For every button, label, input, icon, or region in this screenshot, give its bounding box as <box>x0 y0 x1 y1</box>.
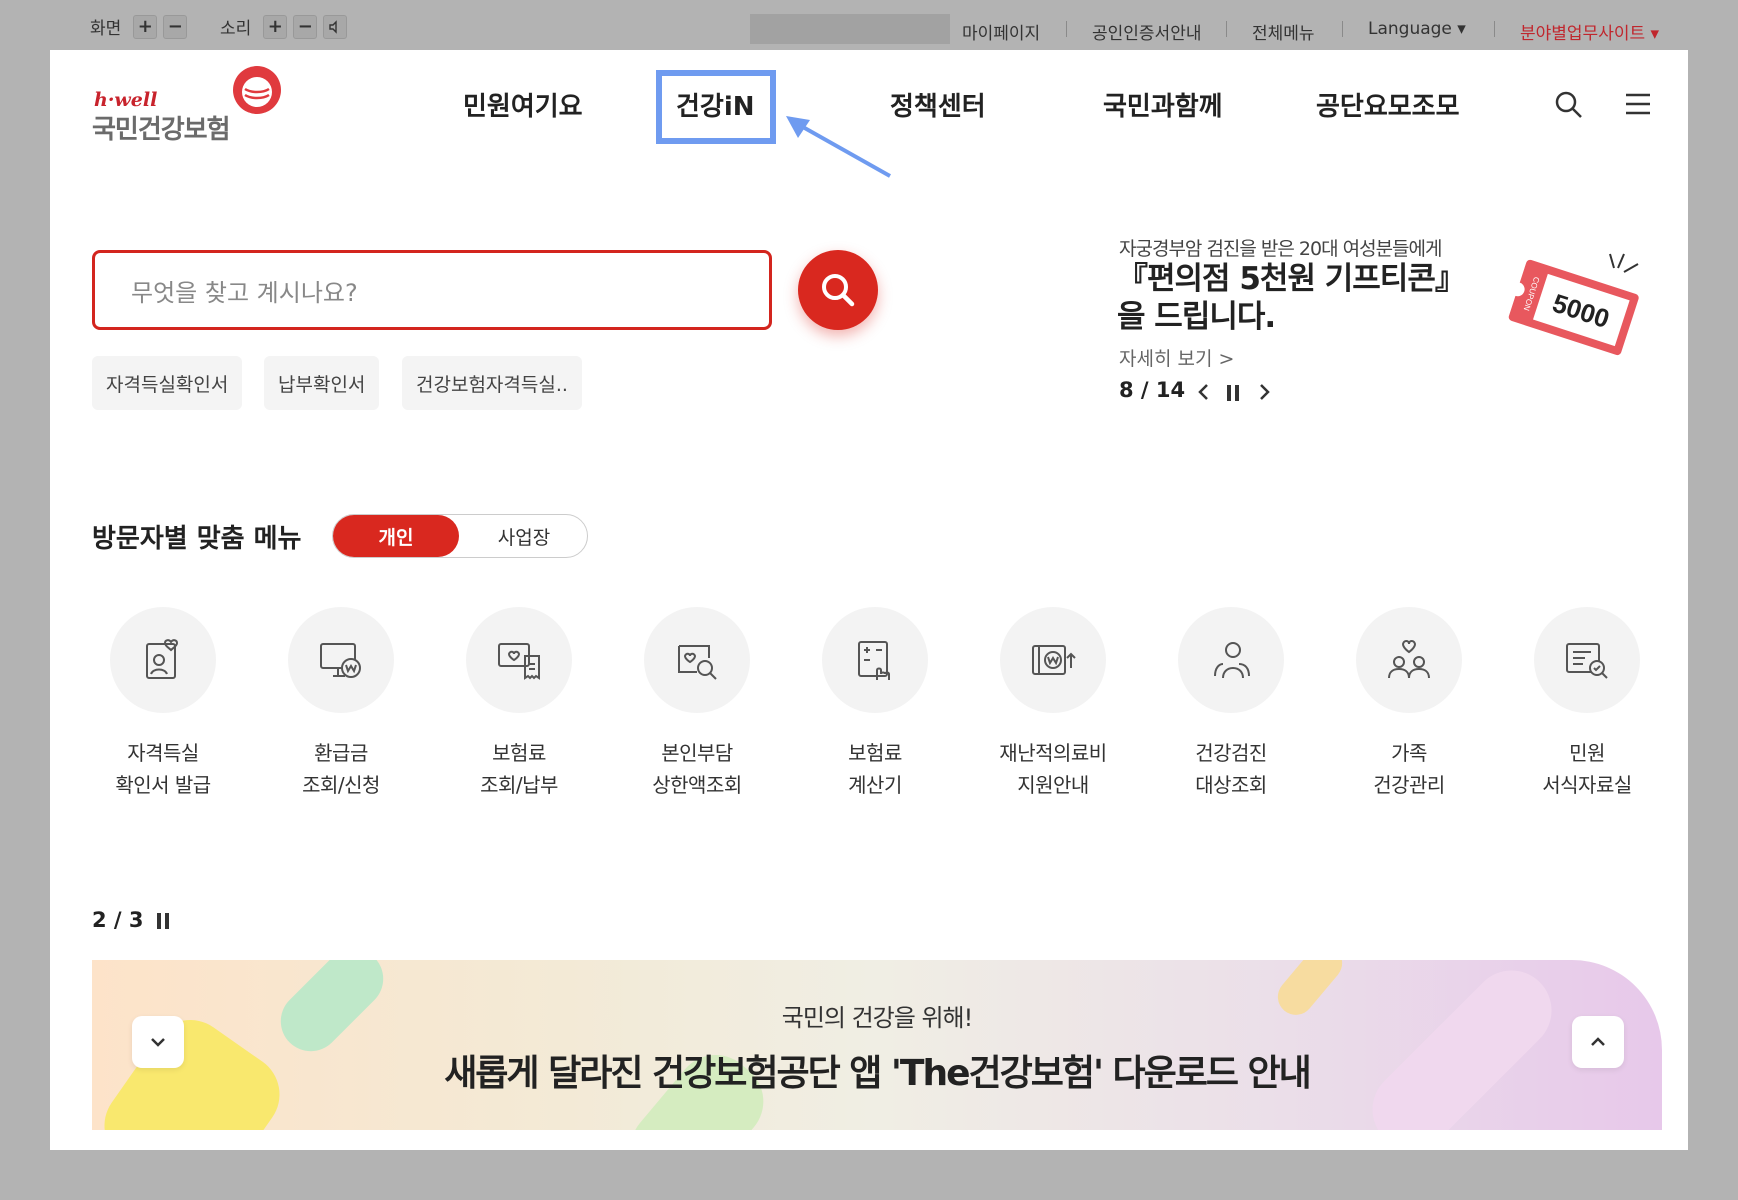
visitor-menu-title: 방문자별 맞춤 메뉴 <box>92 524 302 554</box>
tab-business[interactable]: 사업장 <box>461 515 587 557</box>
search-icon[interactable] <box>1554 90 1584 120</box>
tab-personal[interactable]: 개인 <box>333 515 459 557</box>
quick-menu-label: 환급금 조회/신청 <box>302 741 380 797</box>
quick-menu-icon-wrap <box>1356 607 1462 713</box>
chevron-down-icon <box>151 1038 165 1047</box>
quick-menu-label: 가족 건강관리 <box>1373 741 1445 797</box>
blurred-area <box>750 14 950 44</box>
heart-search-icon <box>678 645 717 680</box>
banner-prev-button[interactable] <box>132 1016 184 1068</box>
quick-menu-icon-wrap <box>1534 607 1640 713</box>
quick-menu-item[interactable]: 보험료 조회/납부 <box>449 607 589 801</box>
quick-menu-label: 본인부담 상한액조회 <box>652 741 742 797</box>
search-button[interactable] <box>798 250 878 330</box>
quick-keyword-chip[interactable]: 건강보험자격득실.. <box>402 356 582 410</box>
divider <box>1494 21 1495 37</box>
nav-policy-center[interactable]: 정책센터 <box>890 86 986 123</box>
family-heart-icon <box>1388 640 1430 679</box>
quick-menu-item[interactable]: 보험료 계산기 <box>805 607 945 801</box>
all-menu-link[interactable]: 전체메뉴 <box>1252 19 1315 44</box>
quick-menu-icon-wrap <box>1000 607 1106 713</box>
quick-menu-item[interactable]: 재난적의료비 지원안내 <box>983 607 1123 801</box>
pause-icon[interactable] <box>1226 384 1240 402</box>
nav-about-corp[interactable]: 공단요모조모 <box>1316 86 1460 123</box>
banner-counter: 2 / 3 <box>92 908 144 932</box>
nav-civil-service[interactable]: 민원여기요 <box>463 86 583 123</box>
quick-menu-item[interactable]: 본인부담 상한액조회 <box>627 607 767 801</box>
quick-keyword-chip[interactable]: 납부확인서 <box>264 356 380 410</box>
receipt-heart-icon <box>498 643 540 680</box>
quick-keyword-chip[interactable]: 자격득실확인서 <box>92 356 243 410</box>
visitor-type-toggle: 개인 사업장 <box>332 514 588 558</box>
divider <box>1066 21 1067 37</box>
id-card-icon <box>146 639 179 679</box>
prev-slide-icon[interactable] <box>1195 382 1211 402</box>
quick-menu-label: 민원 서식자료실 <box>1542 741 1632 797</box>
banner-line1: 국민의 건강을 위해! <box>781 1004 974 1032</box>
quick-menu-label: 보험료 조회/납부 <box>480 741 558 797</box>
quick-menu-icon-wrap <box>1178 607 1284 713</box>
quick-menu-icon-wrap <box>466 607 572 713</box>
quick-menu-item[interactable]: 민원 서식자료실 <box>1517 607 1657 801</box>
certificate-guide-link[interactable]: 공인인증서안내 <box>1092 19 1201 44</box>
calculator-icon <box>858 641 890 680</box>
annotation-arrow-icon <box>786 116 891 178</box>
utility-links: 마이페이지 공인인증서안내 전체메뉴 Language ▾ 분야별업무사이트 ▾ <box>0 14 1738 44</box>
chevron-up-icon <box>1591 1037 1605 1046</box>
business-sites-dropdown[interactable]: 분야별업무사이트 ▾ <box>1520 19 1659 44</box>
logo-ko: 국민건강보험 <box>92 115 231 145</box>
document-search-icon <box>1566 643 1608 679</box>
quick-menu-item[interactable]: 가족 건강관리 <box>1339 607 1479 801</box>
nav-with-citizens[interactable]: 국민과함께 <box>1103 86 1223 123</box>
promo-counter: 8 / 14 <box>1119 378 1186 402</box>
promo-title[interactable]: 『편의점 5천원 기프티콘』을 드립니다. <box>1117 260 1477 336</box>
monitor-won-icon <box>320 643 361 678</box>
won-support-icon <box>1032 645 1076 675</box>
banner-line2: 새롭게 달라진 건강보험공단 앱 'The건강보험' 다운로드 안내 <box>444 1053 1312 1094</box>
person-search-icon <box>1214 642 1250 679</box>
divider <box>1226 21 1227 37</box>
mypage-link[interactable]: 마이페이지 <box>962 19 1040 44</box>
search-icon <box>822 274 855 307</box>
search-input[interactable]: 무엇을 찾고 계시나요? <box>92 250 772 330</box>
logo-mask-icon <box>233 66 281 114</box>
quick-menu-icon-wrap <box>822 607 928 713</box>
quick-menu-label: 자격득실 확인서 발급 <box>115 741 211 797</box>
nav-health-in[interactable]: 건강iN <box>676 86 755 123</box>
utility-bar: 화면 + − 소리 + − 마이페이지 공인인증서안내 전체메뉴 Languag… <box>0 0 1738 50</box>
divider <box>1342 21 1343 37</box>
promo-subtitle: 자궁경부암 검진을 받은 20대 여성분들에게 <box>1119 238 1442 260</box>
logo[interactable]: h·well 국민건강보험 <box>92 65 292 145</box>
quick-menu-icon-wrap <box>644 607 750 713</box>
hamburger-menu-icon[interactable] <box>1624 92 1652 116</box>
quick-menu-icon-wrap <box>110 607 216 713</box>
quick-menu-item[interactable]: 자격득실 확인서 발급 <box>93 607 233 801</box>
next-slide-icon[interactable] <box>1257 382 1273 402</box>
pause-icon[interactable] <box>156 912 170 930</box>
language-dropdown[interactable]: Language ▾ <box>1368 19 1466 39</box>
quick-menu-label: 보험료 계산기 <box>848 741 902 797</box>
quick-menu-label: 건강검진 대상조회 <box>1195 741 1267 797</box>
quick-menu-item[interactable]: 건강검진 대상조회 <box>1161 607 1301 801</box>
quick-menu-icon-wrap <box>288 607 394 713</box>
main-panel: h·well 국민건강보험 민원여기요 건강iN 정책센터 국민과함께 공단요모… <box>50 50 1688 1150</box>
logo-en: h·well <box>94 89 158 111</box>
app-download-banner[interactable]: 국민의 건강을 위해! 새롭게 달라진 건강보험공단 앱 'The건강보험' 다… <box>92 960 1662 1130</box>
quick-menu-item[interactable]: 환급금 조회/신청 <box>271 607 411 801</box>
coupon-illustration: COUPON 5000 <box>1508 253 1639 356</box>
banner-next-button[interactable] <box>1572 1016 1624 1068</box>
promo-more-link[interactable]: 자세히 보기 > <box>1119 344 1234 371</box>
quick-menu-label: 재난적의료비 지원안내 <box>999 741 1107 797</box>
